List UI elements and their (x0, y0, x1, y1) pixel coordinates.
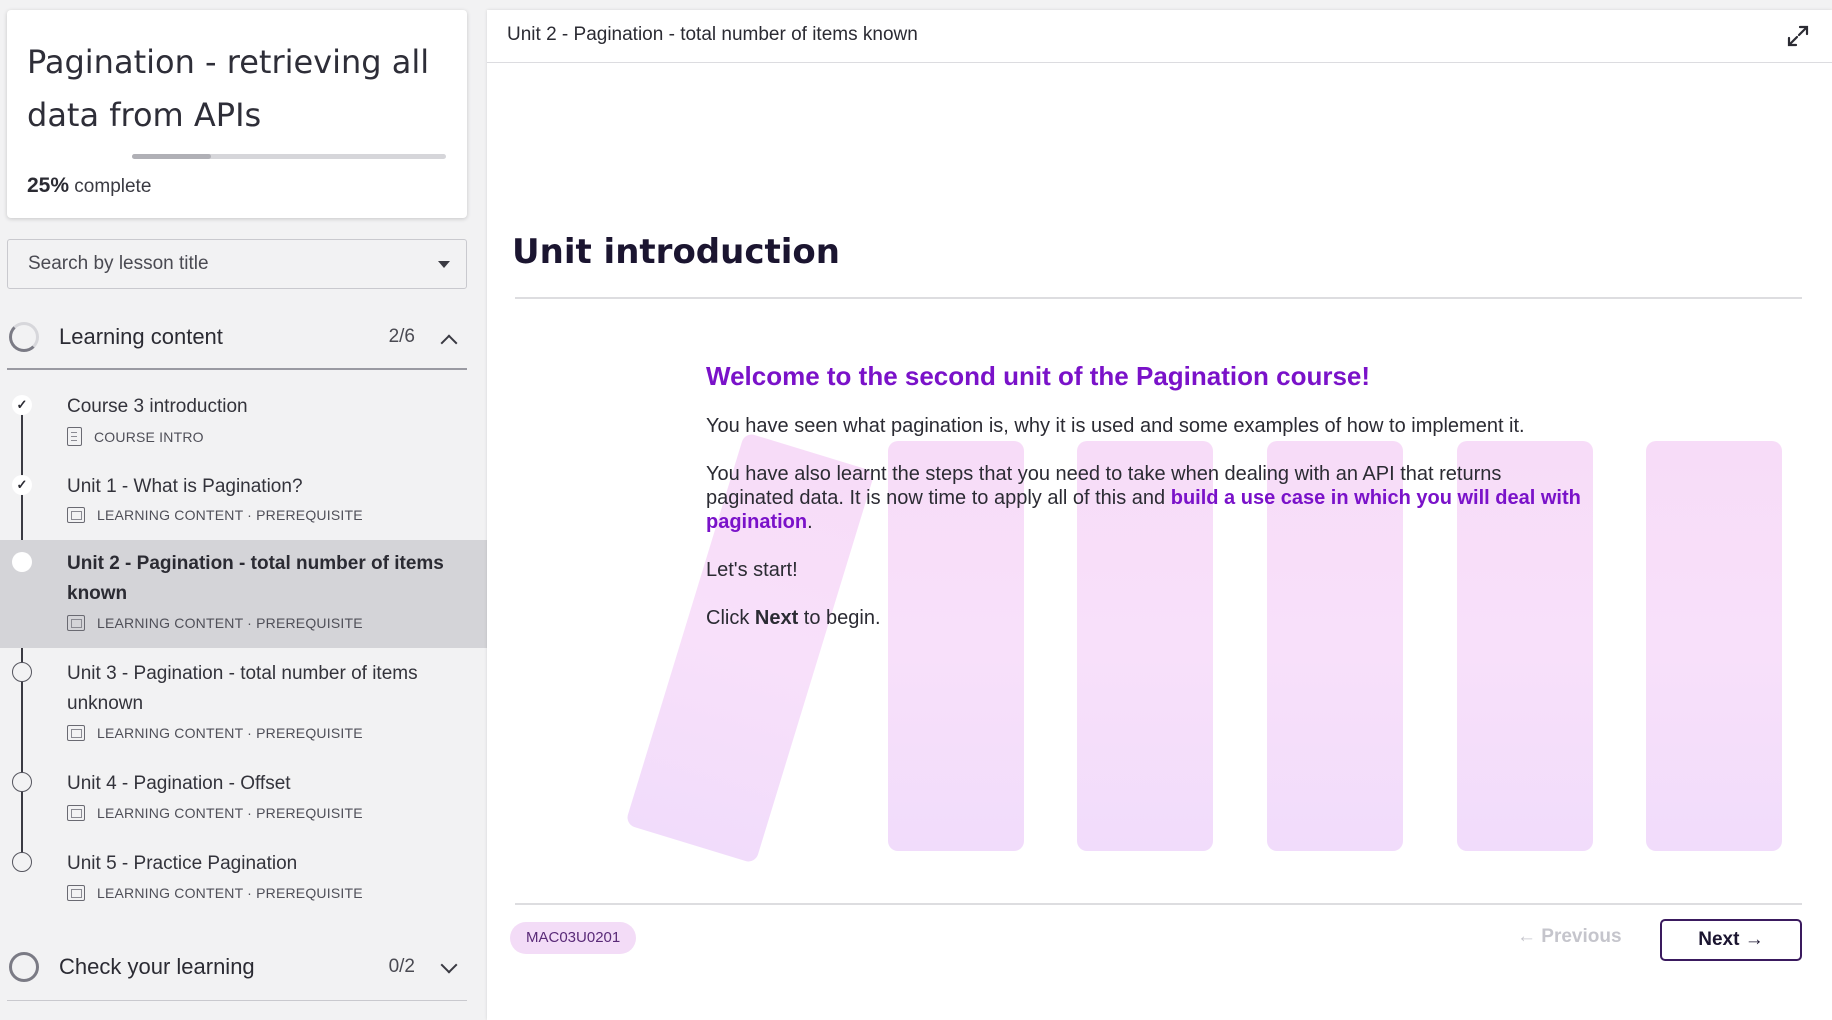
course-card: Pagination - retrieving all data from AP… (7, 10, 467, 218)
progress-text: 25% complete (27, 174, 151, 198)
lesson-title: Unit 1 - What is Pagination? (67, 476, 303, 497)
lesson-item-current[interactable]: Unit 2 - Pagination - total number of it… (0, 540, 487, 648)
next-button[interactable]: Next → (1660, 919, 1802, 961)
checkmark-icon: ✓ (12, 395, 32, 415)
paragraph: Let's start! (706, 559, 798, 581)
welcome-heading: Welcome to the second unit of the Pagina… (706, 361, 1371, 391)
current-lesson-icon (12, 552, 32, 572)
paragraph: You have seen what pagination is, why it… (706, 415, 1525, 437)
circle-icon (12, 772, 32, 792)
expand-icon[interactable] (1786, 24, 1810, 48)
lesson-content: Welcome to the second unit of the Pagina… (706, 360, 1586, 654)
checkmark-icon: ✓ (12, 475, 32, 495)
lesson-meta-text: LEARNING CONTENT · PREREQUISITE (97, 507, 363, 523)
lesson-meta-text: COURSE INTRO (94, 428, 204, 445)
previous-button[interactable]: ← Previous (1517, 926, 1622, 948)
lesson-meta: LEARNING CONTENT · PREREQUISITE (67, 507, 363, 523)
section-title: Learning content (59, 324, 223, 349)
section-divider (7, 368, 467, 370)
lesson-title: Unit 5 - Practice Pagination (67, 853, 298, 874)
search-dropdown[interactable]: Search by lesson title (7, 239, 467, 289)
document-icon (67, 427, 82, 446)
section-count: 2/6 (388, 326, 415, 347)
lesson-item[interactable]: Unit 4 - Pagination - Offset LEARNING CO… (0, 760, 487, 836)
slides-icon (67, 805, 85, 821)
footer-divider (515, 903, 1802, 905)
unit-heading: Unit introduction (512, 232, 840, 272)
sidebar: Pagination - retrieving all data from AP… (0, 0, 487, 1020)
chevron-up-icon[interactable] (440, 334, 458, 352)
lesson-meta: LEARNING CONTENT · PREREQUISITE (67, 615, 363, 631)
circle-icon (12, 852, 32, 872)
slides-icon (67, 615, 85, 631)
lesson-meta-text: LEARNING CONTENT · PREREQUISITE (97, 885, 363, 901)
paragraph: You have also learnt the steps that you … (706, 462, 1586, 534)
progress-ring-icon (9, 322, 39, 352)
lesson-code-badge: MAC03U0201 (510, 922, 637, 954)
lesson-panel: Unit 2 - Pagination - total number of it… (487, 10, 1832, 1020)
lesson-title: Unit 4 - Pagination - Offset (67, 773, 291, 794)
progress-suffix: complete (69, 176, 152, 197)
lesson-meta-text: LEARNING CONTENT · PREREQUISITE (97, 615, 363, 631)
circle-icon (12, 662, 32, 682)
lesson-meta: LEARNING CONTENT · PREREQUISITE (67, 885, 363, 901)
slides-icon (67, 725, 85, 741)
paragraph-text: . (807, 511, 813, 533)
heading-divider (515, 297, 1802, 299)
progress-bar (132, 154, 446, 159)
search-placeholder: Search by lesson title (28, 253, 209, 274)
lesson-header: Unit 2 - Pagination - total number of it… (487, 10, 1832, 63)
progress-bar-fill (132, 154, 211, 159)
lesson-title: Unit 3 - Pagination - total number of it… (67, 663, 418, 714)
section-learning-content[interactable]: Learning content 2/6 (7, 307, 467, 367)
lesson-item[interactable]: Unit 3 - Pagination - total number of it… (0, 650, 487, 756)
section-title: Check your learning (59, 954, 255, 979)
caret-down-icon (438, 261, 450, 268)
lesson-title: Course 3 introduction (67, 396, 248, 417)
section-count: 0/2 (388, 956, 415, 977)
lesson-meta-text: LEARNING CONTENT · PREREQUISITE (97, 805, 363, 821)
lesson-meta: LEARNING CONTENT · PREREQUISITE (67, 805, 363, 821)
chevron-down-icon[interactable] (440, 956, 458, 974)
lesson-item[interactable]: ✓ Course 3 introduction COURSE INTRO (0, 385, 487, 463)
paragraph-text: to begin. (798, 607, 881, 629)
course-title: Pagination - retrieving all data from AP… (27, 43, 430, 134)
section-divider (7, 1000, 467, 1001)
lesson-item[interactable]: ✓ Unit 1 - What is Pagination? LEARNING … (0, 465, 487, 537)
progress-ring-icon (9, 952, 39, 982)
lesson-header-title: Unit 2 - Pagination - total number of it… (507, 24, 918, 45)
decorative-bar (1646, 441, 1782, 851)
section-check-your-learning[interactable]: Check your learning 0/2 (7, 937, 467, 997)
bold-text: Next (754, 607, 799, 629)
lesson-title: Unit 2 - Pagination - total number of it… (67, 553, 444, 604)
paragraph: Click Next to begin. (706, 606, 1586, 630)
lesson-meta: LEARNING CONTENT · PREREQUISITE (67, 725, 363, 741)
slides-icon (67, 507, 85, 523)
lesson-meta: COURSE INTRO (67, 427, 204, 446)
paragraph-text: Click (706, 607, 755, 629)
lesson-meta-text: LEARNING CONTENT · PREREQUISITE (97, 725, 363, 741)
slides-icon (67, 885, 85, 901)
progress-value: 25% (27, 174, 70, 197)
lesson-item[interactable]: Unit 5 - Practice Pagination LEARNING CO… (0, 840, 487, 916)
